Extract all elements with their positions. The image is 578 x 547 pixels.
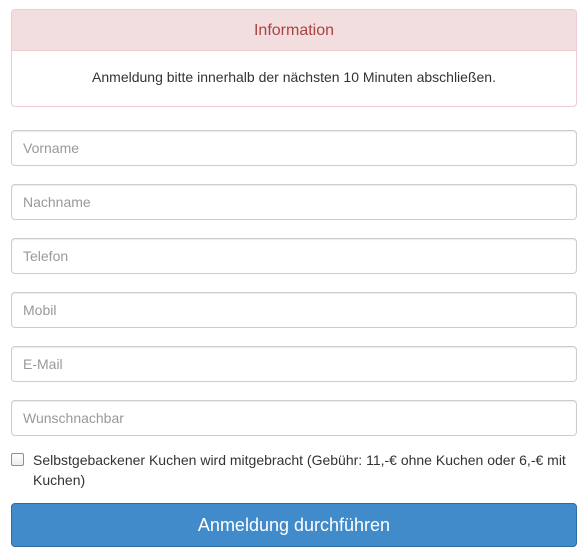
phone-input[interactable] — [11, 238, 577, 274]
information-message: Anmeldung bitte innerhalb der nächsten 1… — [92, 69, 496, 85]
email-input[interactable] — [11, 346, 577, 382]
information-panel: Information Anmeldung bitte innerhalb de… — [11, 9, 577, 107]
submit-registration-button[interactable]: Anmeldung durchführen — [11, 503, 577, 547]
cake-checkbox-label[interactable]: Selbstgebackener Kuchen wird mitgebracht… — [33, 450, 578, 490]
preferred-neighbor-input[interactable] — [11, 400, 577, 436]
mobile-input[interactable] — [11, 292, 577, 328]
cake-checkbox[interactable] — [11, 453, 24, 466]
first-name-input[interactable] — [11, 130, 577, 166]
last-name-input[interactable] — [11, 184, 577, 220]
information-heading: Information — [12, 10, 576, 51]
